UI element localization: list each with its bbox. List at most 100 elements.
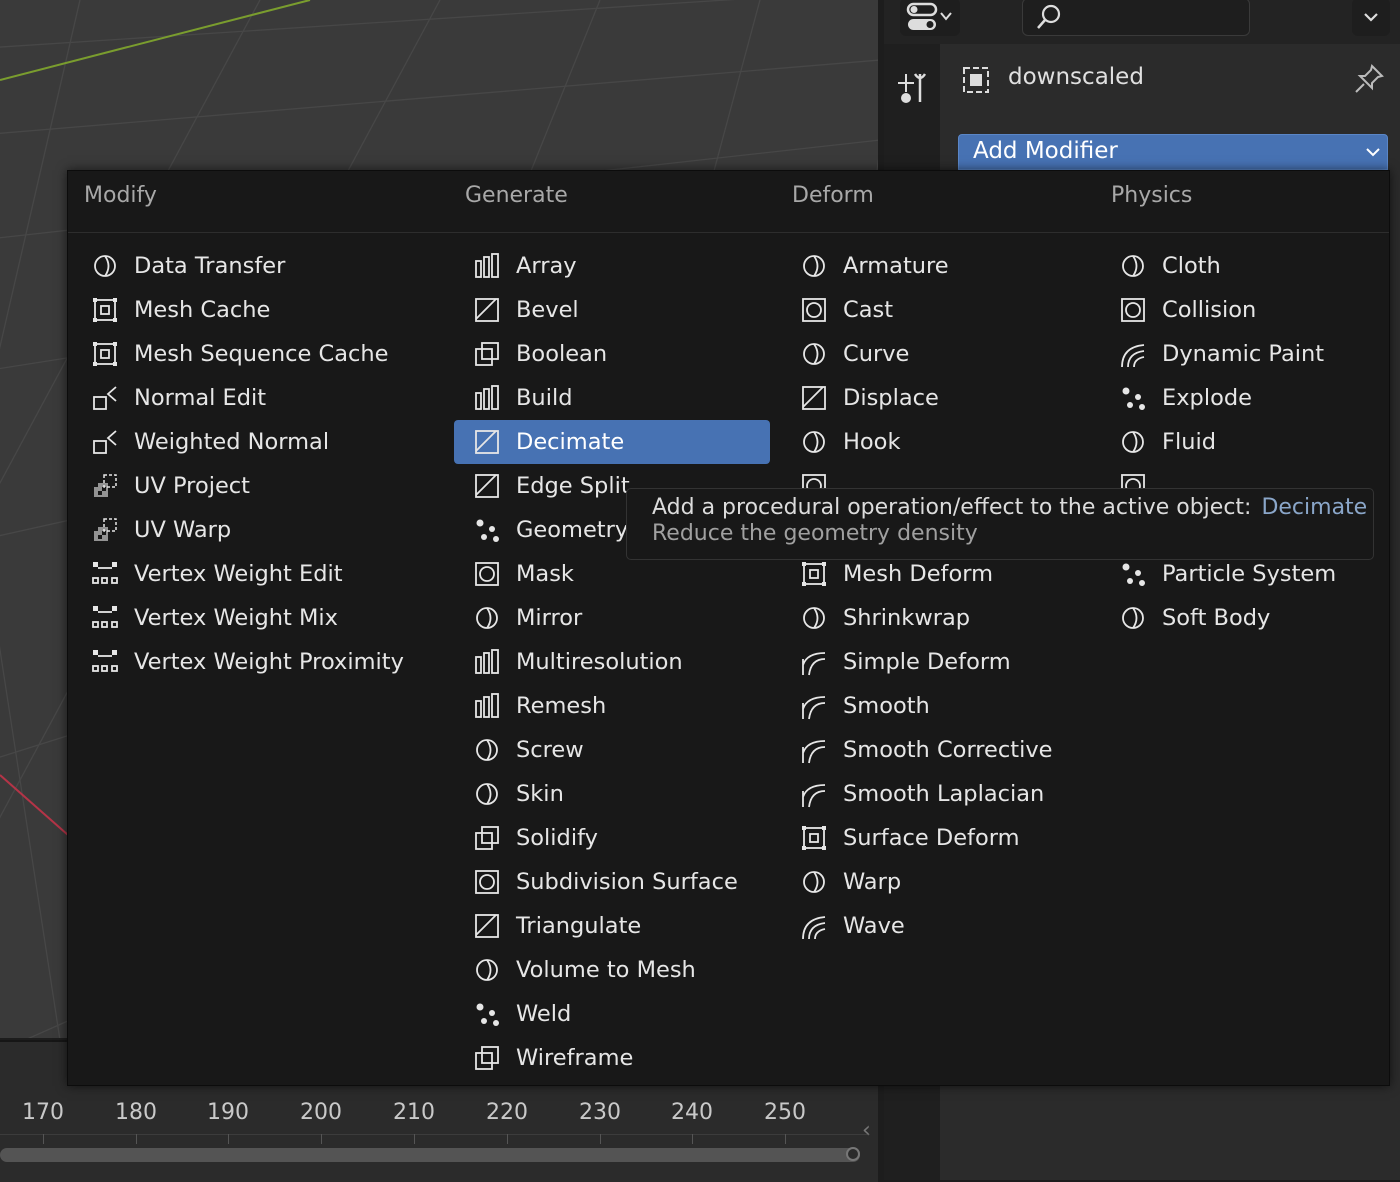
- remesh-icon: [475, 693, 499, 718]
- menu-item-fluid[interactable]: Fluid: [1100, 420, 1386, 464]
- timeline-tick: [414, 1134, 415, 1144]
- menu-item-normal-edit[interactable]: Normal Edit: [72, 376, 452, 420]
- menu-item-weld[interactable]: Weld: [454, 992, 770, 1036]
- menu-item-mesh-cache[interactable]: Mesh Cache: [72, 288, 452, 332]
- menu-item-label: Decimate: [516, 429, 625, 455]
- menu-item-multiresolution[interactable]: Multiresolution: [454, 640, 770, 684]
- menu-item-build[interactable]: Build: [454, 376, 770, 420]
- collision-icon: [1121, 298, 1145, 322]
- menu-item-label: Mesh Cache: [134, 297, 271, 323]
- armature-icon: [803, 255, 825, 277]
- menu-item-explode[interactable]: Explode: [1100, 376, 1386, 420]
- add-modifier-button[interactable]: Add Modifier: [958, 134, 1388, 170]
- vertex-weight-proximity-icon: [92, 650, 118, 672]
- bevel-icon: [475, 298, 499, 322]
- shrinkwrap-icon: [803, 607, 825, 629]
- menu-item-bevel[interactable]: Bevel: [454, 288, 770, 332]
- menu-item-uv-project[interactable]: UV Project: [72, 464, 452, 508]
- menu-item-triangulate[interactable]: Triangulate: [454, 904, 770, 948]
- menu-item-volume-to-mesh[interactable]: Volume to Mesh: [454, 948, 770, 992]
- menu-item-subdivision-surface[interactable]: Subdivision Surface: [454, 860, 770, 904]
- timeline-tick: [785, 1134, 786, 1144]
- pin-icon[interactable]: [1352, 62, 1386, 96]
- frame-number: 210: [393, 1100, 435, 1125]
- mesh-cache-icon: [93, 298, 117, 322]
- menu-item-cast[interactable]: Cast: [781, 288, 1097, 332]
- menu-item-soft-body[interactable]: Soft Body: [1100, 596, 1386, 640]
- menu-item-decimate[interactable]: Decimate: [454, 420, 770, 464]
- object-name[interactable]: downscaled: [1008, 64, 1144, 90]
- menu-item-dynamic-paint[interactable]: Dynamic Paint: [1100, 332, 1386, 376]
- menu-item-label: Fluid: [1162, 429, 1216, 455]
- timeline-scrollbar[interactable]: [0, 1148, 860, 1162]
- search-icon: [1037, 4, 1061, 29]
- menu-item-simple-deform[interactable]: Simple Deform: [781, 640, 1097, 684]
- menu-item-label: Data Transfer: [134, 253, 286, 279]
- menu-item-screw[interactable]: Screw: [454, 728, 770, 772]
- scrollbar-handle[interactable]: [846, 1147, 860, 1161]
- menu-item-boolean[interactable]: Boolean: [454, 332, 770, 376]
- menu-item-solidify[interactable]: Solidify: [454, 816, 770, 860]
- object-data-icon: [963, 67, 989, 93]
- chevron-left-icon[interactable]: ‹: [862, 1118, 871, 1143]
- menu-item-vertex-weight-proximity[interactable]: Vertex Weight Proximity: [72, 640, 452, 684]
- menu-item-label: Armature: [843, 253, 949, 279]
- chevron-down-icon: [1364, 13, 1378, 22]
- boolean-icon: [475, 342, 499, 366]
- menu-item-mesh-sequence-cache[interactable]: Mesh Sequence Cache: [72, 332, 452, 376]
- menu-item-smooth-corrective[interactable]: Smooth Corrective: [781, 728, 1097, 772]
- menu-item-cloth[interactable]: Cloth: [1100, 244, 1386, 288]
- options-button[interactable]: [1352, 0, 1390, 36]
- cast-icon: [802, 298, 826, 322]
- menu-item-array[interactable]: Array: [454, 244, 770, 288]
- tooltip-description: Add a procedural operation/effect to the…: [652, 495, 1252, 520]
- menu-item-curve[interactable]: Curve: [781, 332, 1097, 376]
- tool-icon[interactable]: [884, 66, 940, 126]
- smooth-laplacian-icon: [802, 784, 826, 808]
- menu-item-label: Vertex Weight Proximity: [134, 649, 404, 675]
- menu-item-skin[interactable]: Skin: [454, 772, 770, 816]
- menu-item-smooth[interactable]: Smooth: [781, 684, 1097, 728]
- menu-item-warp[interactable]: Warp: [781, 860, 1097, 904]
- screw-icon: [476, 739, 498, 761]
- timeline-tick: [600, 1134, 601, 1144]
- menu-item-label: Volume to Mesh: [516, 957, 696, 983]
- menu-item-label: Warp: [843, 869, 902, 895]
- menu-item-label: Smooth: [843, 693, 930, 719]
- menu-item-label: Dynamic Paint: [1162, 341, 1325, 367]
- menu-item-vertex-weight-edit[interactable]: Vertex Weight Edit: [72, 552, 452, 596]
- menu-item-label: Mirror: [516, 605, 583, 631]
- menu-item-wave[interactable]: Wave: [781, 904, 1097, 948]
- menu-item-armature[interactable]: Armature: [781, 244, 1097, 288]
- smooth-icon: [802, 696, 826, 720]
- fluid-icon: [1122, 431, 1144, 453]
- menu-item-wireframe[interactable]: Wireframe: [454, 1036, 770, 1080]
- menu-item-shrinkwrap[interactable]: Shrinkwrap: [781, 596, 1097, 640]
- menu-item-label: Solidify: [516, 825, 598, 851]
- normal-edit-icon: [93, 386, 117, 410]
- menu-item-hook[interactable]: Hook: [781, 420, 1097, 464]
- menu-item-data-transfer[interactable]: Data Transfer: [72, 244, 452, 288]
- menu-item-label: Vertex Weight Edit: [134, 561, 343, 587]
- menu-item-label: Mesh Sequence Cache: [134, 341, 389, 367]
- menu-item-mirror[interactable]: Mirror: [454, 596, 770, 640]
- menu-item-vertex-weight-mix[interactable]: Vertex Weight Mix: [72, 596, 452, 640]
- menu-item-smooth-laplacian[interactable]: Smooth Laplacian: [781, 772, 1097, 816]
- menu-item-label: Boolean: [516, 341, 608, 367]
- data-transfer-icon: [94, 255, 116, 277]
- solidify-icon: [475, 826, 499, 850]
- subdivision-surface-icon: [475, 870, 499, 894]
- column-physics: Cloth Collision Dynamic Paint Explode Fluid P…: [1100, 244, 1386, 640]
- menu-item-displace[interactable]: Displace: [781, 376, 1097, 420]
- menu-item-uv-warp[interactable]: UV Warp: [72, 508, 452, 552]
- menu-item-surface-deform[interactable]: Surface Deform: [781, 816, 1097, 860]
- volume-to-mesh-icon: [476, 959, 498, 981]
- y-axis-line: [0, 774, 69, 836]
- column-heading-modify: Modify: [84, 183, 157, 208]
- frame-number: 220: [486, 1100, 528, 1125]
- menu-item-weighted-normal[interactable]: Weighted Normal: [72, 420, 452, 464]
- menu-item-remesh[interactable]: Remesh: [454, 684, 770, 728]
- editor-type-button[interactable]: [900, 0, 960, 36]
- search-input[interactable]: [1022, 0, 1250, 36]
- menu-item-collision[interactable]: Collision: [1100, 288, 1386, 332]
